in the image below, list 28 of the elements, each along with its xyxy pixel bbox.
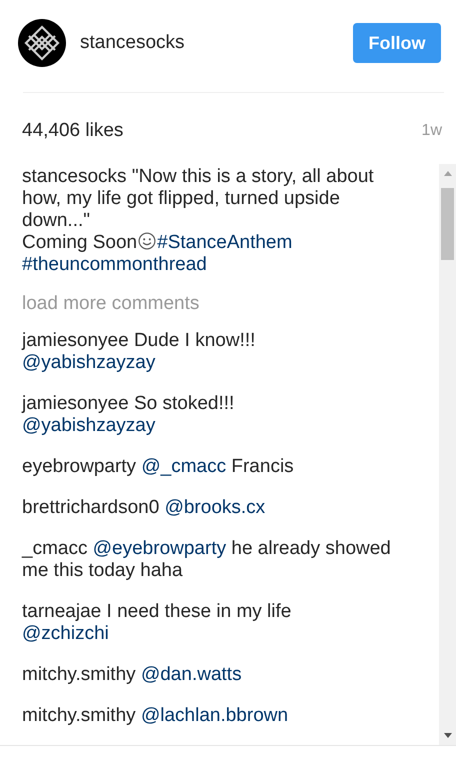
scrollbar[interactable] (439, 164, 456, 745)
comment: eyebrowparty @_cmacc Francis (22, 456, 295, 478)
scroll-up-icon[interactable] (444, 170, 452, 176)
scroll-down-icon[interactable] (444, 733, 452, 739)
mention-link[interactable]: @yabishzayzay (22, 415, 156, 436)
hashtag-link[interactable]: #StanceAnthem (157, 232, 292, 253)
comment: mitchy.smithy @lachlan.bbrown (22, 705, 290, 727)
hashtag-link[interactable]: #theuncommonthread (22, 254, 207, 275)
scroll-thumb[interactable] (441, 188, 454, 260)
mention-link[interactable]: @zchizchi (22, 623, 109, 644)
mention-link[interactable]: @lachlan.bbrown (140, 705, 288, 726)
comment: mitchy.smithy @dan.watts (22, 664, 243, 686)
comment: jamiesonyee Dude I know!!! @yabishzayzay (22, 330, 256, 374)
comment: jamiesonyee So stoked!!! @yabishzayzay (22, 393, 236, 437)
likes-count[interactable]: 44,406 likes (22, 120, 124, 142)
avatar-logo-icon[interactable] (18, 19, 66, 67)
post-time: 1w (422, 122, 442, 140)
mention-link[interactable]: @_cmacc (141, 456, 226, 477)
account-username[interactable]: stancesocks (80, 32, 353, 54)
comment: brettrichardson0 @brooks.cx (22, 497, 266, 519)
comment: _cmacc @eyebrowparty he already showed me this today haha (22, 538, 392, 582)
smiley-icon (138, 232, 156, 250)
mention-link[interactable]: @eyebrowparty (92, 538, 226, 559)
comment: stancesocks "Now this is a story, all about how, my life got flipped, turned upside down..." Coming Soon #StanceAnthem #theuncommonthread (22, 166, 375, 276)
mention-link[interactable]: @yabishzayzay (22, 352, 156, 373)
comment: tarneajae I need these in my life @zchizchi (22, 601, 292, 645)
mention-link[interactable]: @dan.watts (140, 664, 242, 685)
mention-link[interactable]: @brooks.cx (164, 497, 266, 518)
